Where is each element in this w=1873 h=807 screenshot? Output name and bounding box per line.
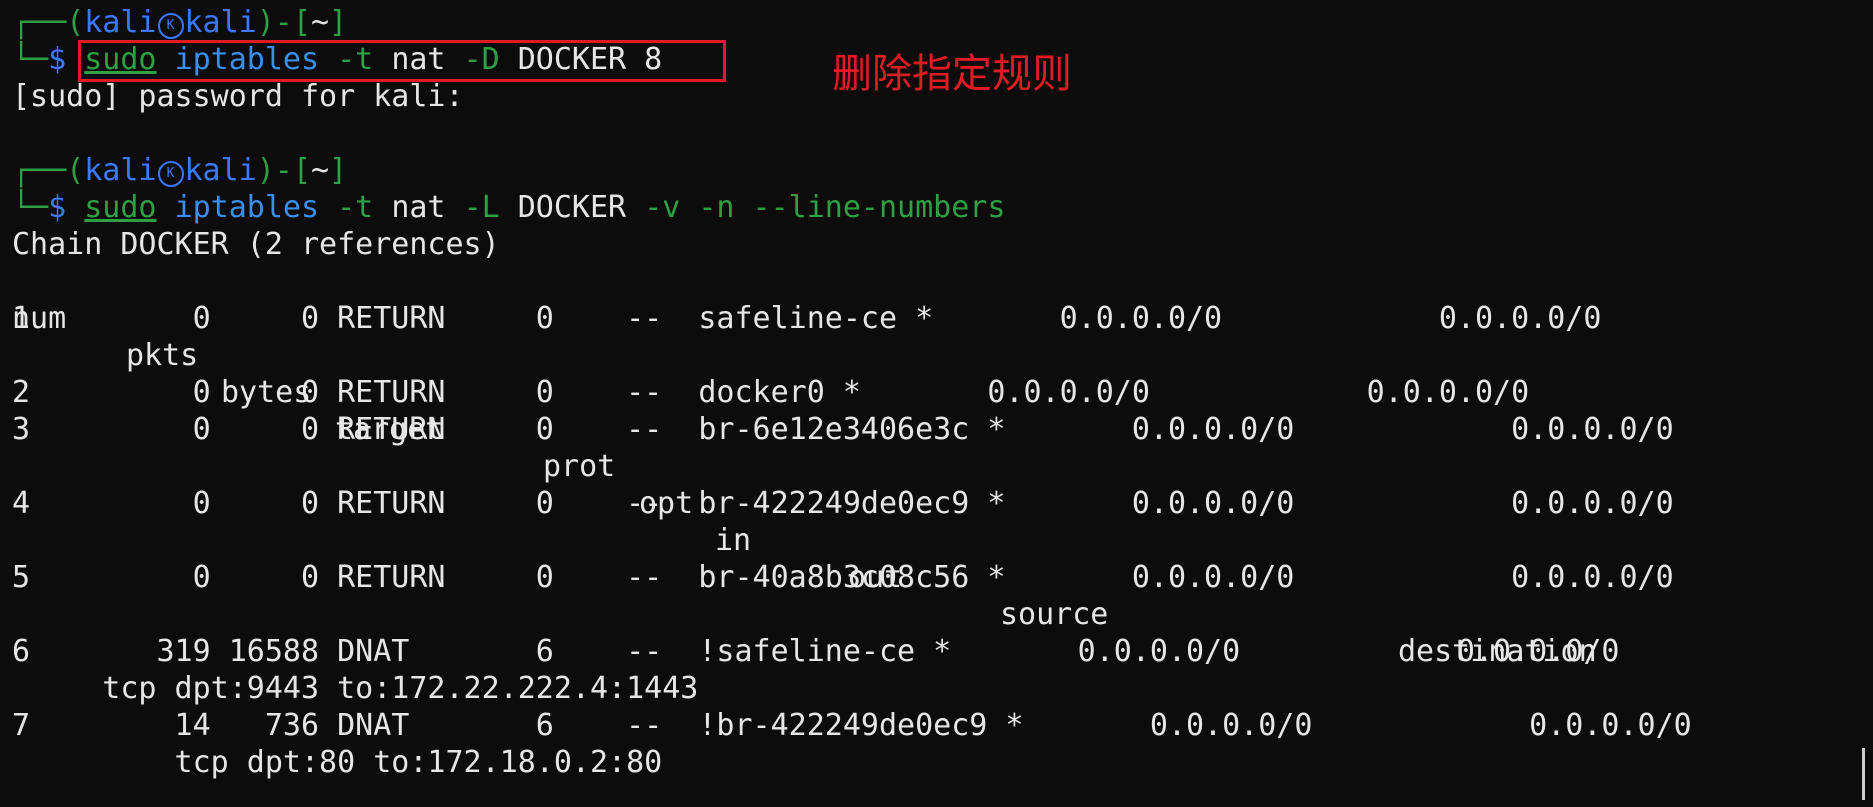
prompt-user: kali: [84, 5, 157, 40]
header-pkts: pkts: [126, 338, 199, 373]
prompt-line-1: ┌──(kali Kkali)-[~]: [12, 5, 348, 40]
sudo-password-prompt: [sudo] password for kali:: [12, 79, 464, 114]
terminal-window[interactable]: ┌──(kali Kkali)-[~] └─$ sudo iptables -t …: [0, 0, 1873, 807]
prompt-symbol: $: [48, 42, 67, 77]
annotation-label: 删除指定规则: [832, 51, 1072, 97]
table-row: 3 0 0 RETURN 0 -- br-6e12e3406e3c * 0.0.…: [12, 412, 1674, 447]
table-row: 7 14 736 DNAT 6 -- !br-422249de0ec9 * 0.…: [12, 708, 1692, 743]
command-line-2: └─$ sudo iptables -t nat -L DOCKER -v -n…: [12, 190, 1006, 225]
table-header: num pkts bytes target prot opt in out so…: [12, 263, 1712, 669]
prompt-host: kali: [184, 5, 257, 40]
header-in: in: [715, 523, 752, 558]
kali-logo-icon: K: [157, 161, 184, 187]
header-prot: prot: [543, 449, 616, 484]
header-source: source: [1000, 597, 1109, 632]
chain-header: Chain DOCKER (2 references): [12, 227, 500, 262]
table-row: 6 319 16588 DNAT 6 -- !safeline-ce * 0.0…: [12, 634, 1620, 669]
table-row: 5 0 0 RETURN 0 -- br-40a8b3c08c56 * 0.0.…: [12, 560, 1674, 595]
table-row-extra: tcp dpt:9443 to:172.22.222.4:1443: [12, 671, 699, 706]
kali-logo-icon: K: [157, 13, 184, 39]
prompt-line-2: ┌──(kali Kkali)-[~]: [12, 153, 348, 188]
table-row: 2 0 0 RETURN 0 -- docker0 * 0.0.0.0/0 0.…: [12, 375, 1530, 410]
table-row-extra: tcp dpt:80 to:172.18.0.2:80: [12, 745, 663, 780]
highlight-box: [78, 40, 726, 82]
scrollbar[interactable]: [1862, 748, 1865, 800]
table-row: 1 0 0 RETURN 0 -- safeline-ce * 0.0.0.0/…: [12, 301, 1602, 336]
prompt-dir: ~: [310, 5, 329, 40]
table-row: 4 0 0 RETURN 0 -- br-422249de0ec9 * 0.0.…: [12, 486, 1674, 521]
